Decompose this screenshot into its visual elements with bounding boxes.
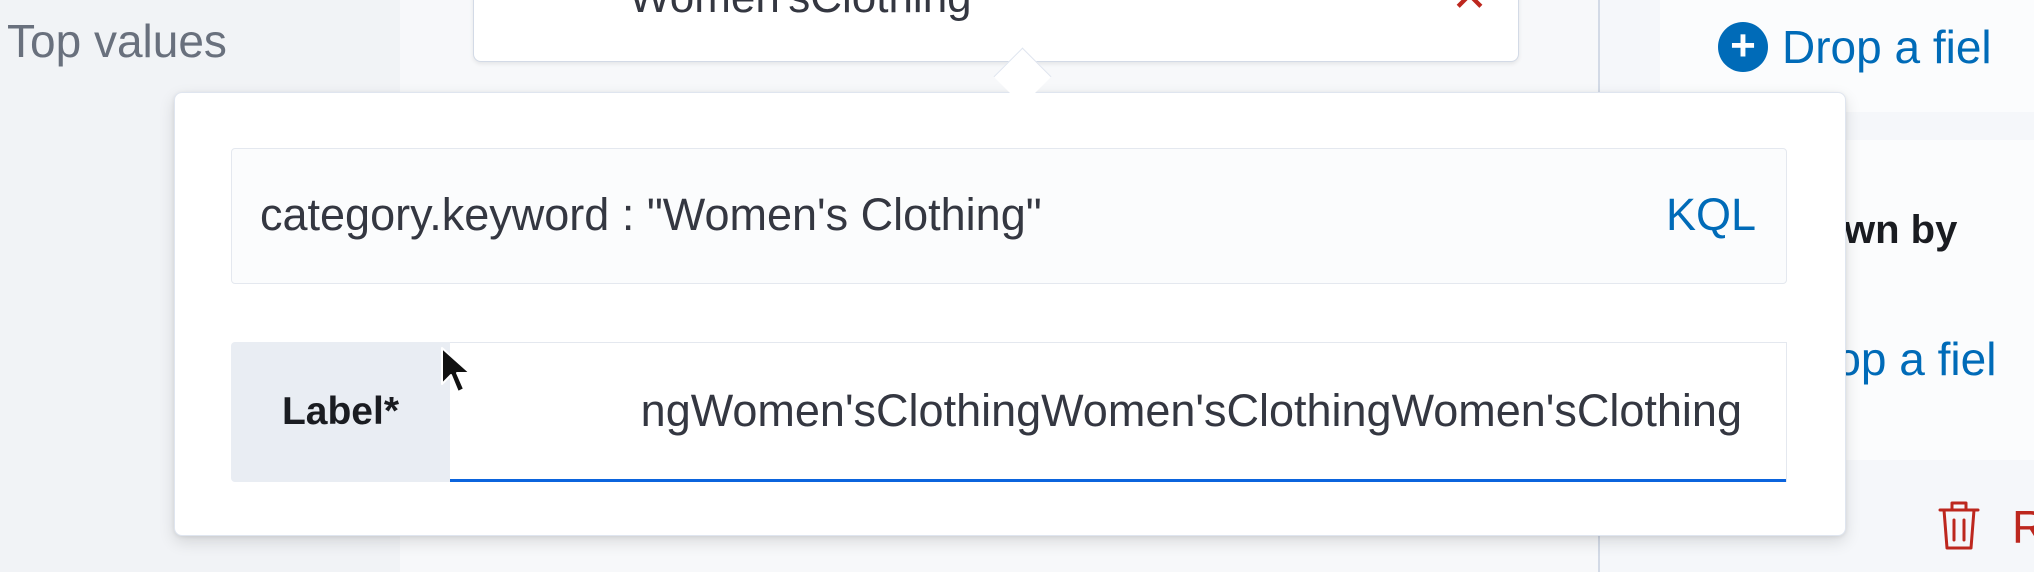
remove-layer-label[interactable]: R xyxy=(2012,500,2034,554)
close-icon[interactable]: ✕ xyxy=(1451,0,1488,19)
filter-pill-label: Women'sClothing xyxy=(629,0,972,23)
trash-icon[interactable] xyxy=(1934,498,1984,552)
label-field-prepend: Label* xyxy=(231,342,450,482)
breakdown-by-label: wn by xyxy=(1844,208,1958,252)
mouse-cursor-icon xyxy=(441,347,471,393)
drop-field-label: Drop a fiel xyxy=(1782,21,1992,73)
query-input[interactable]: category.keyword : "Women's Clothing" KQ… xyxy=(231,148,1787,284)
query-text[interactable]: category.keyword : "Women's Clothing" xyxy=(260,189,1042,241)
top-values-label: Top values xyxy=(7,15,227,67)
kql-language-button[interactable]: KQL xyxy=(1666,189,1756,241)
drop-field-label: rop a fiel xyxy=(1820,333,1997,385)
drop-field-button-breakdown[interactable]: rop a fiel xyxy=(1820,332,1996,386)
filter-pill[interactable]: Women'sClothing ✕ xyxy=(473,0,1519,62)
drop-field-button[interactable]: + Drop a fiel xyxy=(1718,20,1992,74)
label-input-wrapper xyxy=(450,342,1787,482)
label-input[interactable] xyxy=(450,343,1786,482)
plus-circle-icon: + xyxy=(1718,22,1768,72)
